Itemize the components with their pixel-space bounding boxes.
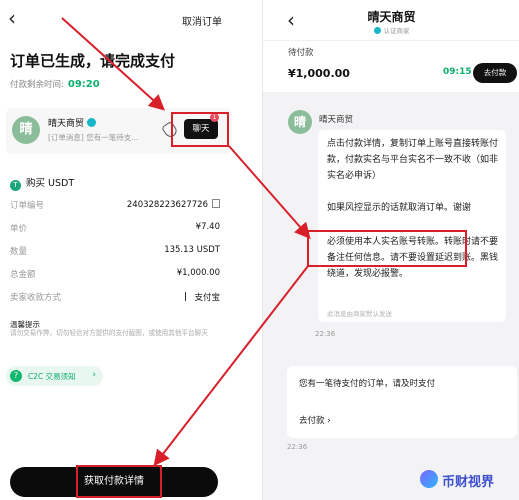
chevron-right-icon: › bbox=[327, 416, 331, 426]
back-arrow-icon[interactable]: ‹ bbox=[8, 8, 16, 28]
countdown-label: 付款剩余时间: bbox=[10, 80, 64, 90]
message-paragraph: 点击付款详情，复制订单上账号直接转账付款，付款实名与平台实名不一致不收（如非实名… bbox=[327, 139, 499, 181]
row-key: 订单编号 bbox=[10, 201, 45, 211]
order-number-copy[interactable]: 240328223627726 bbox=[127, 199, 220, 210]
tether-icon: T bbox=[10, 180, 21, 191]
verified-text: 认证商家 bbox=[383, 27, 410, 35]
c2c-label: C2C 交易须知 bbox=[28, 372, 76, 381]
chat-highlight-box bbox=[171, 112, 229, 147]
total-amount-row: 总金额 ¥1,000.00 bbox=[10, 268, 220, 288]
c2c-guide-link[interactable]: ? C2C 交易须知 › bbox=[6, 366, 103, 386]
watermark-logo: 币财视界 bbox=[418, 466, 517, 494]
button-highlight-box bbox=[76, 465, 162, 498]
buy-label: 购买 USDT bbox=[26, 178, 75, 189]
payment-method-row: 卖家收款方式 支付宝 bbox=[10, 291, 220, 311]
pending-countdown: 09:15 bbox=[443, 67, 472, 77]
chat-header: ‹ 晴天商贸 认证商家 bbox=[263, 0, 519, 40]
verified-icon bbox=[87, 118, 97, 127]
quantity-row: 数量 135.13 USDT bbox=[10, 245, 220, 265]
row-key: 总金额 bbox=[10, 270, 36, 280]
cancel-order-button[interactable]: 取消订单 bbox=[182, 13, 222, 28]
merchant-avatar: 晴 bbox=[288, 110, 312, 134]
watermark-text: 币财视界 bbox=[442, 475, 495, 490]
auto-message-note: 此消息由商家默认发送 bbox=[327, 310, 392, 318]
unit-price-row: 单价 ¥7.40 bbox=[10, 222, 220, 242]
payment-countdown: 付款剩余时间: 09:20 bbox=[10, 78, 100, 90]
chat-title: 晴天商贸 bbox=[367, 10, 416, 24]
verified-merchant-label: 认证商家 bbox=[263, 25, 519, 35]
message-highlight-box bbox=[307, 230, 467, 267]
reminder-text: 您有一笔待支付的订单，请及时支付 bbox=[299, 379, 436, 389]
question-icon: ? bbox=[10, 370, 22, 382]
row-key: 卖家收款方式 bbox=[10, 293, 62, 303]
alipay-icon bbox=[185, 292, 191, 301]
message-bubble: 点击付款详情，复制订单上账号直接转账付款，付款实名与平台实名不一致不收（如非实名… bbox=[318, 130, 506, 322]
chevron-right-icon: › bbox=[92, 370, 96, 380]
verified-icon bbox=[373, 27, 381, 34]
reminder-pay-label: 去付款 bbox=[299, 416, 325, 426]
merchant-name: 晴天商贸 bbox=[48, 116, 97, 129]
row-key: 单价 bbox=[10, 224, 28, 234]
payment-method-text: 支付宝 bbox=[194, 293, 220, 303]
reminder-timestamp: 22:36 bbox=[287, 443, 308, 451]
pending-label: 待付款 bbox=[288, 48, 314, 58]
sender-name: 晴天商贸 bbox=[319, 115, 354, 125]
countdown-value: 09:20 bbox=[67, 79, 100, 90]
payment-reminder-card[interactable]: 您有一笔待支付的订单，请及时支付 去付款 › bbox=[287, 366, 517, 438]
go-pay-button[interactable]: 去付款 bbox=[473, 63, 517, 83]
message-timestamp: 22:36 bbox=[315, 330, 336, 338]
page-title: 订单已生成，请完成支付 bbox=[10, 52, 176, 70]
order-number-row: 订单编号 240328223627726 bbox=[10, 199, 220, 219]
tip-text: 请勿交易作弊，切勿轻信对方提供的支付截图，或使用其他平台聊天 bbox=[10, 329, 208, 337]
top-bar: ‹ 取消订单 bbox=[0, 0, 258, 36]
reminder-pay-link[interactable]: 去付款 › bbox=[299, 414, 331, 426]
pending-amount: ¥1,000.00 bbox=[288, 67, 350, 80]
message-paragraph: 如果风控显示的话就取消订单。谢谢 bbox=[327, 203, 472, 213]
merchant-avatar: 晴 bbox=[12, 116, 40, 144]
row-value: ¥1,000.00 bbox=[176, 268, 220, 278]
row-value: 支付宝 bbox=[185, 291, 220, 303]
order-payment-screen: ‹ 取消订单 订单已生成，请完成支付 付款剩余时间: 09:20 晴 晴天商贸 [… bbox=[0, 0, 258, 500]
buy-usdt-heading: T 购买 USDT bbox=[10, 175, 74, 191]
row-value: 135.13 USDT bbox=[164, 245, 220, 255]
merchant-last-message: [订单消息] 您有一笔待支... bbox=[48, 133, 139, 142]
row-key: 数量 bbox=[10, 247, 28, 257]
row-value: ¥7.40 bbox=[195, 222, 220, 232]
merchant-name-text: 晴天商贸 bbox=[48, 119, 85, 129]
watermark-icon bbox=[420, 470, 438, 488]
pending-payment-card: 待付款 ¥1,000.00 09:15 去付款 bbox=[263, 40, 519, 92]
